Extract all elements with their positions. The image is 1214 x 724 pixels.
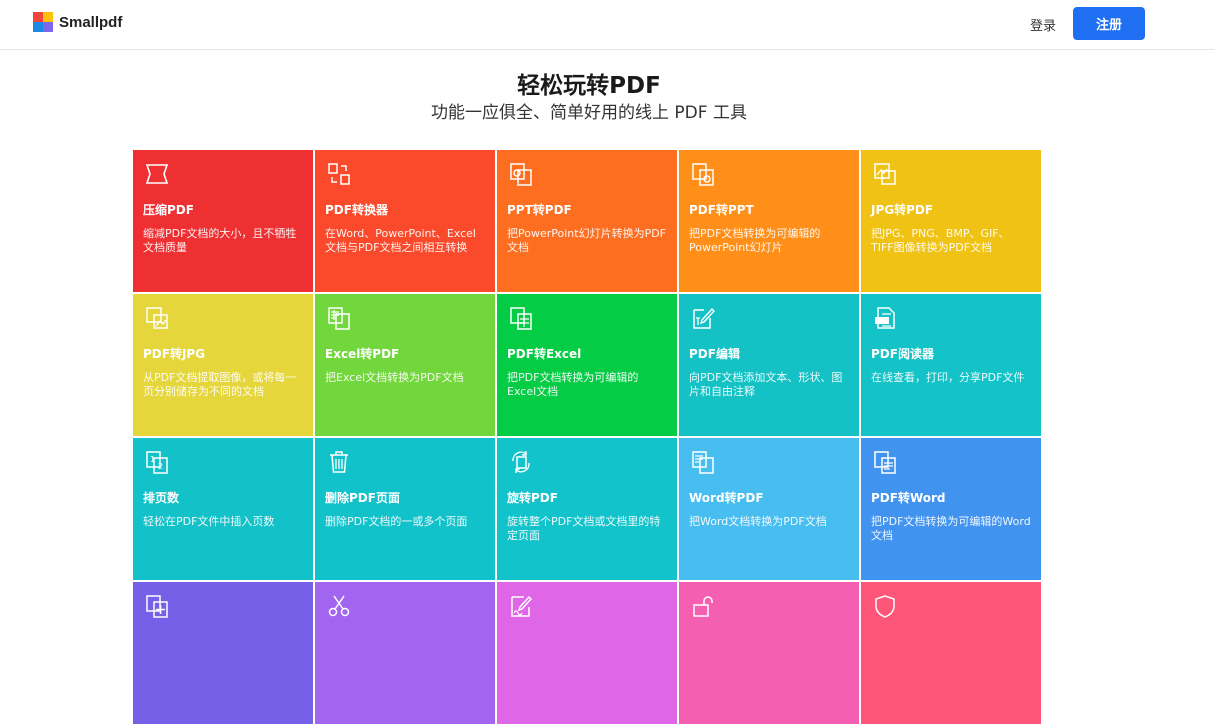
trash-icon <box>326 449 352 475</box>
jpg-to-pdf-icon <box>872 161 898 187</box>
tool-description: 把PDF文档转换为可编辑的Word文档 <box>871 515 1031 542</box>
pdf-to-ppt-icon <box>690 161 716 187</box>
page-subtitle: 功能一应俱全、简单好用的线上 PDF 工具 <box>431 103 747 123</box>
word-to-pdf-icon <box>690 449 716 475</box>
tool-description: 在线查看，打印，分享PDF文件 <box>871 371 1025 384</box>
tool-description: 把PowerPoint幻灯片转换为PDF文档 <box>507 227 666 254</box>
tool-card-esign[interactable] <box>497 582 677 724</box>
tool-description: 把Excel文档转换为PDF文档 <box>325 371 464 384</box>
tool-card-pdf-to-ppt[interactable]: PDF转PPT 把PDF文档转换为可编辑的PowerPoint幻灯片 <box>679 150 859 292</box>
page-title: 轻松玩转PDF <box>517 73 661 99</box>
tool-card-rotate[interactable]: 旋转PDF 旋转整个PDF文档或文档里的特定页面 <box>497 438 677 580</box>
tool-description: 把PDF文档转换为可编辑的Excel文档 <box>507 371 639 398</box>
tool-card-converter[interactable]: PDF转换器在Word、PowerPoint、Excel文档与PDF文档之间相互… <box>315 150 495 292</box>
tool-card-scissors[interactable] <box>315 582 495 724</box>
esign-icon <box>508 593 534 619</box>
pdf-to-jpg-icon <box>144 305 170 331</box>
pdf-to-excel-icon <box>508 305 534 331</box>
excel-to-pdf-icon <box>326 305 352 331</box>
tool-title: Word转PDF <box>689 491 764 505</box>
tool-card-reader[interactable]: PDF阅读器在线查看，打印，分享PDF文件 <box>861 294 1041 436</box>
svg-text:1: 1 <box>150 455 155 464</box>
tool-card-edit-pdf[interactable]: PDF编辑向PDF文档添加文本、形状、图片和自由注释 <box>679 294 859 436</box>
tool-description: 旋转整个PDF文档或文档里的特定页面 <box>507 515 661 542</box>
compress-icon <box>144 161 170 187</box>
logo[interactable]: Smallpdf <box>33 12 122 32</box>
tool-description: 从PDF文档提取图像，或将每一页分别储存为不同的文档 <box>143 371 297 398</box>
rotate-icon <box>508 449 534 475</box>
tool-card-jpg-to-pdf[interactable]: JPG转PDF 把JPG、PNG、BMP、GIF、TIFF图像转换为PDF文档 <box>861 150 1041 292</box>
tool-title: 压缩PDF <box>143 203 194 217</box>
shield-icon <box>872 593 898 619</box>
tool-card-unlock[interactable] <box>679 582 859 724</box>
tool-card-pdf-to-word[interactable]: PDF转Word 把PDF文档转换为可编辑的Word文档 <box>861 438 1041 580</box>
tool-description: 在Word、PowerPoint、Excel文档与PDF文档之间相互转换 <box>325 227 476 254</box>
tool-title: PDF阅读器 <box>871 347 934 361</box>
tool-title: PDF转换器 <box>325 203 388 217</box>
tool-title: PDF转Word <box>871 491 946 505</box>
scissors-icon <box>326 593 352 619</box>
signup-button[interactable]: 注册 <box>1073 7 1145 40</box>
tool-card-page-number[interactable]: 1 2 排页数轻松在PDF文件中插入页数 <box>133 438 313 580</box>
tool-card-excel-to-pdf[interactable]: Excel转PDF 把Excel文档转换为PDF文档 <box>315 294 495 436</box>
tool-description: 缩减PDF文档的大小，且不牺牲文档质量 <box>143 227 297 254</box>
unlock-icon <box>690 593 716 619</box>
tool-card-shield[interactable] <box>861 582 1041 724</box>
tool-description: 把PDF文档转换为可编辑的PowerPoint幻灯片 <box>689 227 821 254</box>
tool-description: 向PDF文档添加文本、形状、图片和自由注释 <box>689 371 843 398</box>
tool-title: JPG转PDF <box>871 203 934 217</box>
tool-description: 轻松在PDF文件中插入页数 <box>143 515 275 528</box>
tool-title: 排页数 <box>143 491 180 505</box>
tool-title: 旋转PDF <box>507 491 558 505</box>
tool-description: 删除PDF文档的一或多个页面 <box>325 515 468 528</box>
svg-text:2: 2 <box>158 462 163 471</box>
tool-description: 把Word文档转换为PDF文档 <box>689 515 827 528</box>
logo-text: Smallpdf <box>59 13 123 31</box>
tool-card-trash[interactable]: 删除PDF页面删除PDF文档的一或多个页面 <box>315 438 495 580</box>
tool-card-compress[interactable]: 压缩PDF 缩减PDF文档的大小，且不牺牲文档质量 <box>133 150 313 292</box>
tool-card-merge[interactable] <box>133 582 313 724</box>
edit-pdf-icon <box>690 305 716 331</box>
reader-icon <box>872 305 898 331</box>
tool-card-pdf-to-excel[interactable]: PDF转Excel 把PDF文档转换为可编辑的Excel文档 <box>497 294 677 436</box>
tool-title: PDF转JPG <box>143 347 206 361</box>
login-link[interactable]: 登录 <box>1030 15 1056 34</box>
tool-card-ppt-to-pdf[interactable]: PPT转PDF 把PowerPoint幻灯片转换为PDF文档 <box>497 150 677 292</box>
tool-title: PDF转Excel <box>507 347 582 361</box>
tool-title: 删除PDF页面 <box>325 491 400 505</box>
page-number-icon: 12 <box>144 449 170 475</box>
merge-icon <box>144 593 170 619</box>
pdf-to-word-icon <box>872 449 898 475</box>
tool-title: PDF转PPT <box>689 203 754 217</box>
tool-title: Excel转PDF <box>325 347 400 361</box>
converter-icon <box>326 161 352 187</box>
tool-card-pdf-to-jpg[interactable]: PDF转JPG 从PDF文档提取图像，或将每一页分别储存为不同的文档 <box>133 294 313 436</box>
tool-description: 把JPG、PNG、BMP、GIF、TIFF图像转换为PDF文档 <box>871 227 1010 254</box>
tool-title: PPT转PDF <box>507 203 572 217</box>
tool-card-word-to-pdf[interactable]: Word转PDF 把Word文档转换为PDF文档 <box>679 438 859 580</box>
ppt-to-pdf-icon <box>508 161 534 187</box>
logo-icon <box>33 12 53 32</box>
top-bar: Smallpdf 登录 注册 <box>0 0 1214 50</box>
tool-title: PDF编辑 <box>689 347 740 361</box>
